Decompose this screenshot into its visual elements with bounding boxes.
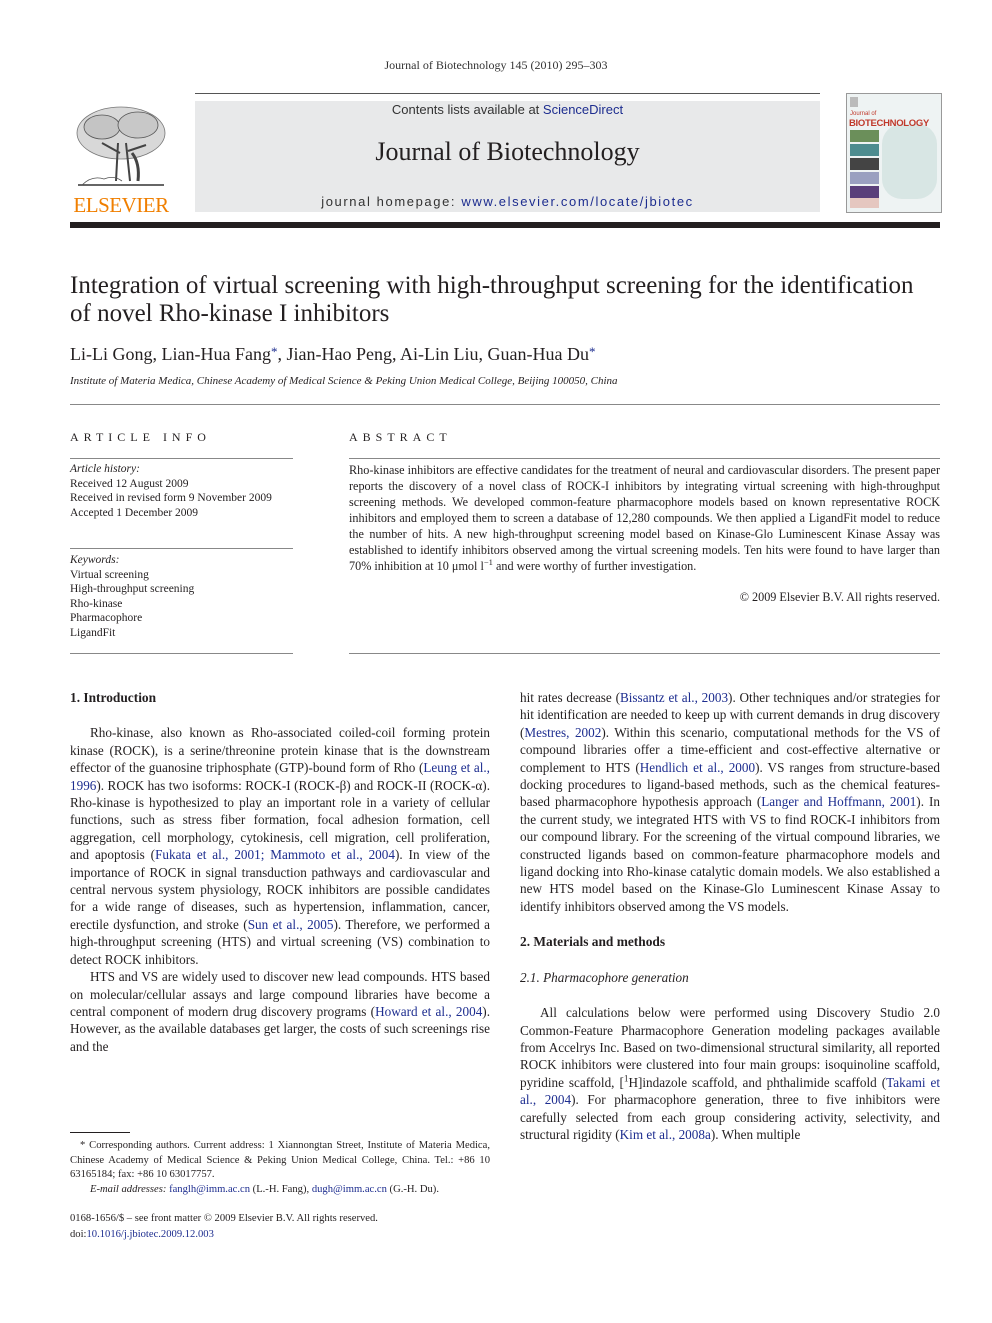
author-separator: ,: [391, 344, 400, 364]
text-run: H]indazole scaffold, and phthalimide sca…: [628, 1074, 887, 1090]
text-run: hit rates decrease (: [520, 690, 620, 705]
masthead-top-rule: [195, 93, 820, 94]
author-name: Ai-Lin Liu: [399, 344, 479, 364]
paragraph: Rho-kinase, also known as Rho-associated…: [70, 724, 490, 968]
unit-superscript: −1: [483, 556, 493, 567]
doi-prefix: doi:: [70, 1228, 87, 1240]
email-link-du[interactable]: dugh@imm.ac.cn: [312, 1184, 387, 1195]
history-revised: Received in revised form 9 November 2009: [70, 492, 272, 504]
email-label: E-mail addresses:: [90, 1183, 167, 1195]
cover-image-tile: [850, 158, 879, 170]
article-info-rule: [70, 548, 293, 549]
body-column-right: hit rates decrease (Bissantz et al., 200…: [520, 689, 940, 1143]
section-heading-materials-methods: 2. Materials and methods: [520, 934, 666, 950]
abstract-text: Rho-kinase inhibitors are effective cand…: [349, 462, 940, 574]
cover-image-tile: [850, 130, 879, 142]
author-separator: ,: [152, 344, 162, 364]
doi-link[interactable]: 10.1016/j.jbiotec.2009.12.003: [86, 1229, 213, 1240]
article-info-rule: [70, 653, 293, 654]
article-history: Article history: Received 12 August 2009…: [70, 462, 272, 520]
email-owner: (L.-H. Fang),: [250, 1183, 312, 1195]
corresponding-author-note: * Corresponding authors. Current address…: [70, 1140, 490, 1180]
journal-cover-thumbnail[interactable]: Journal of BIOTECHNOLOGY: [846, 93, 942, 213]
author-list: Li-Li Gong, Lian-Hua Fang *, Jian-Hao Pen…: [70, 344, 595, 365]
article-info-rule: [70, 458, 293, 459]
citation-link[interactable]: Sun et al., 2005: [248, 917, 334, 932]
keyword: LigandFit: [70, 626, 116, 639]
citation-link[interactable]: Fukata et al., 2001; Mammoto et al., 200…: [155, 847, 395, 862]
email-note: E-mail addresses: fanglh@imm.ac.cn (L.-H…: [70, 1183, 490, 1198]
cover-biotechnology: BIOTECHNOLOGY: [849, 118, 930, 129]
homepage-prefix: journal homepage:: [321, 194, 462, 209]
article-info-heading: ARTICLE INFO: [70, 430, 211, 444]
email-link-fang[interactable]: fanglh@imm.ac.cn: [169, 1184, 250, 1195]
cover-image-tile: [850, 198, 879, 208]
contents-line: Contents lists available at ScienceDirec…: [195, 102, 820, 117]
affiliation: Institute of Materia Medica, Chinese Aca…: [70, 375, 618, 387]
citation-link[interactable]: Kim et al., 2008a: [620, 1127, 711, 1142]
sciencedirect-link[interactable]: ScienceDirect: [543, 102, 623, 117]
footnote-rule: [70, 1132, 130, 1133]
keywords-label: Keywords:: [70, 554, 120, 566]
abstract-body: Rho-kinase inhibitors are effective cand…: [349, 463, 940, 573]
abstract-body-end: and were worthy of further investigation…: [492, 559, 697, 573]
footnotes: * Corresponding authors. Current address…: [70, 1139, 490, 1197]
running-head: Journal of Biotechnology 145 (2010) 295–…: [384, 58, 608, 72]
paragraph: HTS and VS are widely used to discover n…: [70, 968, 490, 1055]
citation-link[interactable]: Bissantz et al., 2003: [620, 690, 728, 705]
elsevier-wordmark: ELSEVIER: [73, 193, 169, 217]
elsevier-logo[interactable]: ELSEVIER: [70, 103, 172, 217]
masthead-bottom-rule: [70, 222, 940, 228]
keyword: Virtual screening: [70, 568, 149, 581]
section-heading-introduction: 1. Introduction: [70, 690, 157, 705]
citation-link[interactable]: Langer and Hoffmann, 2001: [761, 794, 916, 809]
keyword: Rho-kinase: [70, 597, 123, 610]
journal-homepage-line: journal homepage: www.elsevier.com/locat…: [195, 194, 820, 209]
cover-image-tile: [850, 144, 879, 156]
abstract-rule: [349, 458, 940, 459]
text-run: ). When multiple: [710, 1126, 801, 1142]
subsection-heading-pharmacophore: 2.1. Pharmacophore generation: [520, 969, 689, 985]
author-name: Li-Li Gong: [70, 344, 153, 364]
paragraph-continued: hit rates decrease (Bissantz et al., 200…: [520, 689, 940, 915]
author-name: Guan-Hua Du: [487, 344, 589, 364]
citation-link[interactable]: Mestres, 2002: [524, 725, 601, 740]
corresponding-author-marker[interactable]: *: [589, 344, 596, 359]
citation-link[interactable]: Hendlich et al., 2000: [640, 760, 755, 775]
article-title: Integration of virtual screening with hi…: [70, 272, 914, 327]
contents-prefix: Contents lists available at: [391, 102, 543, 117]
body-column-left: 1. Introduction Rho-kinase, also known a…: [70, 689, 490, 1055]
email-owner: (G.-H. Du).: [386, 1183, 439, 1195]
author-name: Lian-Hua Fang: [161, 344, 271, 364]
journal-homepage-link[interactable]: www.elsevier.com/locate/jbiotec: [461, 194, 693, 209]
front-matter: 0168-1656/$ – see front matter © 2009 El…: [70, 1211, 378, 1242]
keyword: High-throughput screening: [70, 583, 195, 595]
history-accepted: Accepted 1 December 2009: [70, 506, 199, 519]
text-run: ). In the current study, we integrated H…: [520, 794, 940, 914]
journal-title: Journal of Biotechnology: [375, 137, 640, 166]
keyword: Pharmacophore: [70, 612, 143, 624]
abstract-heading: ABSTRACT: [349, 430, 452, 444]
history-received: Received 12 August 2009: [70, 477, 189, 490]
issn-line: 0168-1656/$ – see front matter © 2009 El…: [70, 1213, 378, 1224]
cover-elsevier-icon: [850, 97, 858, 107]
cover-image-tile: [850, 186, 879, 198]
keywords: Keywords: Virtual screening High-through…: [70, 553, 194, 640]
author-name: Jian-Hao Peng: [286, 344, 392, 364]
history-label: Article history:: [70, 463, 140, 475]
abstract-rule: [349, 653, 940, 654]
cover-background-graphic: [882, 124, 937, 199]
cover-journal-of: Journal of: [850, 111, 877, 117]
cover-image-tile: [850, 172, 879, 184]
citation-link[interactable]: Howard et al., 2004: [375, 1004, 482, 1019]
paragraph: All calculations below were performed us…: [520, 1004, 940, 1143]
elsevier-tree-icon: [76, 106, 166, 186]
doi-line: doi:10.1016/j.jbiotec.2009.12.003: [70, 1227, 378, 1243]
abstract-copyright: © 2009 Elsevier B.V. All rights reserved…: [739, 590, 940, 604]
title-block-rule: [70, 404, 940, 405]
